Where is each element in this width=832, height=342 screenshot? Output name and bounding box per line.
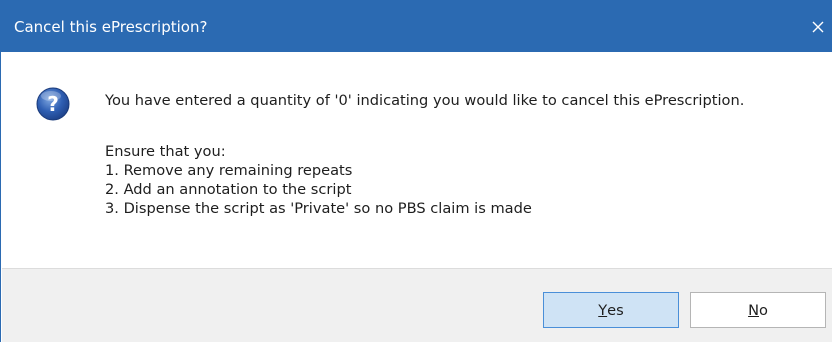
no-button[interactable]: No (690, 292, 826, 328)
close-icon (812, 21, 824, 33)
instruction-item: 1. Remove any remaining repeats (105, 162, 353, 179)
button-bar: Yes No (2, 269, 832, 342)
dialog-message: You have entered a quantity of '0' indic… (105, 92, 745, 109)
dialog-body: ? You have entered a quantity of '0' ind… (2, 52, 832, 268)
instruction-item: 3. Dispense the script as 'Private' so n… (105, 200, 532, 217)
instruction-item: 2. Add an annotation to the script (105, 181, 352, 198)
question-icon: ? (36, 87, 70, 121)
svg-text:?: ? (47, 92, 59, 116)
dialog-title: Cancel this ePrescription? (14, 18, 208, 36)
no-button-label: o (758, 301, 768, 319)
instructions-heading: Ensure that you: (105, 143, 226, 160)
yes-button-label: es (607, 301, 624, 319)
yes-button-mnemonic: Y (598, 301, 608, 319)
close-button[interactable] (803, 10, 832, 44)
yes-button[interactable]: Yes (543, 292, 679, 328)
confirm-dialog: Cancel this ePrescription? ? You have en… (0, 0, 832, 342)
title-bar: Cancel this ePrescription? (1, 0, 832, 52)
no-button-mnemonic: N (748, 301, 759, 319)
